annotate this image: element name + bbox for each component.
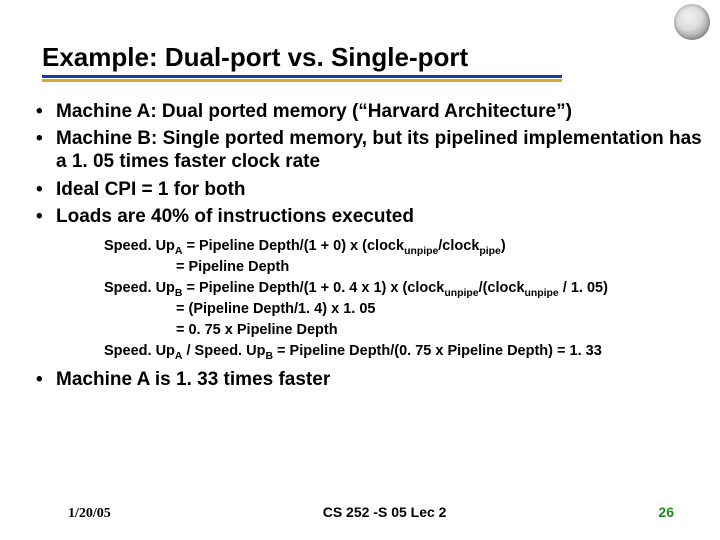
content: Machine A: Dual ported memory (“Harvard … bbox=[32, 100, 702, 395]
sub: B bbox=[265, 351, 273, 362]
calc-line: Speed. UpB = Pipeline Depth/(1 + 0. 4 x … bbox=[104, 278, 702, 299]
calc-line: Speed. UpA = Pipeline Depth/(1 + 0) x (c… bbox=[104, 236, 702, 257]
t: / 1. 05) bbox=[559, 280, 608, 296]
title-block: Example: Dual-port vs. Single-port bbox=[42, 42, 540, 78]
bullets-top: Machine A: Dual ported memory (“Harvard … bbox=[32, 100, 702, 228]
calc-line: = Pipeline Depth bbox=[104, 257, 702, 278]
t: / Speed. Up bbox=[182, 343, 265, 359]
footer: 1/20/05 CS 252 -S 05 Lec 2 26 bbox=[0, 504, 720, 522]
t: /clock bbox=[438, 238, 479, 254]
page-title: Example: Dual-port vs. Single-port bbox=[42, 42, 468, 73]
sub: unpipe bbox=[404, 246, 438, 257]
t: = Pipeline Depth/(1 + 0. 4 x 1) x (clock bbox=[182, 280, 444, 296]
t: Speed. Up bbox=[104, 238, 175, 254]
t: ) bbox=[501, 238, 506, 254]
t: = 0. 75 x Pipeline Depth bbox=[176, 322, 338, 338]
footer-date: 1/20/05 bbox=[0, 506, 111, 522]
sub: pipe bbox=[479, 246, 500, 257]
bullet: Machine A is 1. 33 times faster bbox=[32, 368, 702, 391]
calculation-block: Speed. UpA = Pipeline Depth/(1 + 0) x (c… bbox=[104, 236, 702, 362]
t: Speed. Up bbox=[104, 343, 175, 359]
bullet: Machine A: Dual ported memory (“Harvard … bbox=[32, 100, 702, 123]
t: = Pipeline Depth/(1 + 0) x (clock bbox=[182, 238, 404, 254]
bullet: Ideal CPI = 1 for both bbox=[32, 178, 702, 201]
t: = (Pipeline Depth/1. 4) x 1. 05 bbox=[176, 301, 375, 317]
t: Speed. Up bbox=[104, 280, 175, 296]
calc-line: = 0. 75 x Pipeline Depth bbox=[104, 320, 702, 341]
calc-line: = (Pipeline Depth/1. 4) x 1. 05 bbox=[104, 299, 702, 320]
footer-page: 26 bbox=[658, 504, 720, 520]
sub: unpipe bbox=[525, 288, 559, 299]
bullet: Loads are 40% of instructions executed bbox=[32, 205, 702, 228]
t: = Pipeline Depth/(0. 75 x Pipeline Depth… bbox=[273, 343, 602, 359]
calc-line: Speed. UpA / Speed. UpB = Pipeline Depth… bbox=[104, 341, 702, 362]
title-underline bbox=[42, 75, 562, 78]
footer-course: CS 252 -S 05 Lec 2 bbox=[111, 504, 659, 520]
bullets-bottom: Machine A is 1. 33 times faster bbox=[32, 368, 702, 391]
bullet: Machine B: Single ported memory, but its… bbox=[32, 127, 702, 173]
sub: unpipe bbox=[444, 288, 478, 299]
seal-icon bbox=[674, 4, 710, 40]
t: /(clock bbox=[479, 280, 525, 296]
t: = Pipeline Depth bbox=[176, 259, 289, 275]
